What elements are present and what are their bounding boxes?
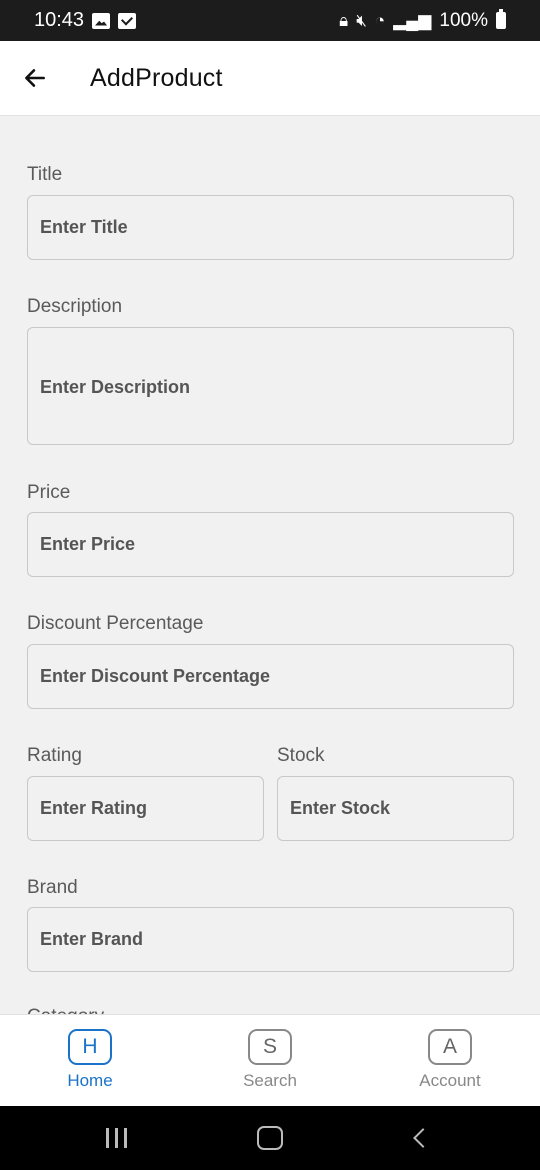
wifi-icon: ◔	[374, 11, 386, 30]
status-bar-right: 🔒︎ 🔇︎ ◔ ▂▄▆ 100%	[339, 9, 506, 32]
description-label: Description	[27, 296, 123, 317]
recents-button[interactable]	[87, 1118, 147, 1158]
category-label: Category	[27, 1006, 104, 1014]
title-input[interactable]	[27, 195, 514, 260]
nav-item-account[interactable]: A Account	[360, 1015, 540, 1107]
lock-icon: 🔒︎	[339, 11, 349, 30]
system-home-button[interactable]	[240, 1118, 300, 1158]
nav-label-home: Home	[67, 1071, 113, 1090]
battery-icon	[496, 9, 506, 29]
bottom-navigation: H Home S Search A Account	[0, 1014, 540, 1107]
status-bar-left: 10:43	[34, 9, 137, 32]
discount-label: Discount Percentage	[27, 613, 204, 634]
chevron-left-icon	[413, 1128, 434, 1148]
description-input[interactable]	[27, 327, 514, 445]
stock-input[interactable]	[277, 776, 514, 841]
nav-item-home[interactable]: H Home	[0, 1015, 180, 1107]
search-icon: S	[248, 1029, 292, 1065]
mute-icon: 🔇︎	[356, 11, 367, 30]
gallery-notification-icon	[92, 12, 111, 29]
discount-input[interactable]	[27, 644, 514, 709]
add-product-form: Title Description Price Discount Percent…	[0, 116, 540, 1014]
nav-label-account: Account	[419, 1071, 481, 1090]
brand-label: Brand	[27, 877, 78, 898]
status-bar: 10:43 🔒︎ 🔇︎ ◔ ▂▄▆ 100%	[0, 0, 540, 41]
page-title: AddProduct	[90, 63, 223, 92]
brand-input[interactable]	[27, 907, 514, 972]
signal-icon: ▂▄▆	[393, 11, 432, 30]
nav-label-search: Search	[243, 1071, 297, 1090]
rating-label: Rating	[27, 745, 82, 766]
rating-input[interactable]	[27, 776, 264, 841]
nav-item-search[interactable]: S Search	[180, 1015, 360, 1107]
title-label: Title	[27, 164, 63, 185]
status-time: 10:43	[34, 9, 85, 31]
stock-label: Stock	[277, 745, 325, 766]
system-back-button[interactable]	[393, 1118, 453, 1158]
price-input[interactable]	[27, 512, 514, 577]
home-icon: H	[68, 1029, 112, 1065]
check-notification-icon	[118, 12, 137, 29]
price-label: Price	[27, 482, 71, 503]
back-button[interactable]	[0, 41, 70, 115]
system-navigation-bar	[0, 1106, 540, 1170]
recents-icon	[106, 1128, 128, 1148]
account-icon: A	[428, 1029, 472, 1065]
battery-percent: 100%	[439, 9, 488, 31]
home-pill-icon	[256, 1126, 283, 1150]
arrow-left-icon	[25, 69, 45, 87]
app-bar: AddProduct	[0, 41, 540, 116]
